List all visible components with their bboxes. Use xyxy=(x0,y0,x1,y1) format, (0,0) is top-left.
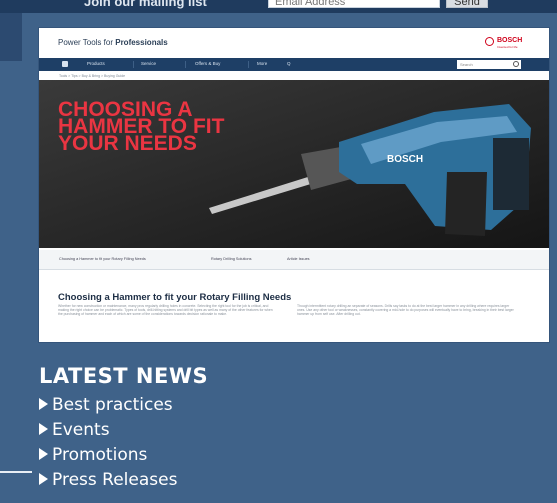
mailing-list-bar: Join our mailing list Email Address Send xyxy=(0,0,557,13)
news-link-label: Best practices xyxy=(52,395,173,415)
site-title-prefix: Power Tools for xyxy=(58,38,113,47)
breadcrumb[interactable]: Tools > Tips > Buy & Bring > Buying Guid… xyxy=(59,74,125,78)
latest-news-title: LATEST NEWS xyxy=(39,364,209,388)
nav-item-service[interactable]: Service xyxy=(141,61,156,66)
hero-headline: CHOOSING A HAMMER TO FIT YOUR NEEDS xyxy=(58,98,225,155)
bosch-name: BOSCH xyxy=(497,37,523,44)
site-nav: Products Service Offers & Buy More Q Sea… xyxy=(39,58,549,71)
news-link-promotions[interactable]: Promotions xyxy=(39,445,147,467)
hero-banner: BOSCH CHOOSING A HAMMER TO FIT YOUR NEED… xyxy=(39,80,549,248)
arrow-right-icon xyxy=(39,448,48,460)
news-link-label: Promotions xyxy=(52,445,148,465)
site-title-bold: Professionals xyxy=(115,38,168,47)
article-column-2: Though intermittent rotary drilling an s… xyxy=(297,304,514,317)
arrow-right-icon xyxy=(39,473,48,485)
subtab-rotary-drilling[interactable]: Rotary Drilling Solutions xyxy=(211,257,252,261)
divider xyxy=(0,471,32,473)
nav-item-products[interactable]: Products xyxy=(87,61,105,66)
home-icon[interactable] xyxy=(62,61,68,67)
website-preview[interactable]: Power Tools for Professionals BOSCH Inve… xyxy=(39,28,549,342)
sub-tabs: Choosing a Hammer to fit your Rotary Fil… xyxy=(39,250,549,270)
side-decoration xyxy=(0,13,22,61)
send-button[interactable]: Send xyxy=(446,0,488,8)
site-title: Power Tools for Professionals xyxy=(58,38,168,47)
drill-handle-icon xyxy=(445,172,487,236)
article-column-1: Whether for new construction or maintena… xyxy=(58,304,273,317)
arrow-right-icon xyxy=(39,423,48,435)
news-link-events[interactable]: Events xyxy=(39,420,110,442)
bosch-mark-icon xyxy=(485,37,494,46)
subtab-choosing-hammer[interactable]: Choosing a Hammer to fit your Rotary Fil… xyxy=(59,257,146,261)
nav-divider xyxy=(248,61,249,68)
news-link-press-releases[interactable]: Press Releases xyxy=(39,470,177,492)
email-field[interactable]: Email Address xyxy=(268,0,440,8)
nav-item-more[interactable]: More xyxy=(257,61,267,66)
drill-brand-label: BOSCH xyxy=(387,154,423,165)
site-header: Power Tools for Professionals BOSCH Inve… xyxy=(39,28,549,58)
latest-news-panel: LATEST NEWS Best practices Events Promot… xyxy=(39,342,517,503)
bosch-logo: BOSCH Invented for life xyxy=(485,36,541,50)
article-heading: Choosing a Hammer to fit your Rotary Fil… xyxy=(58,292,292,303)
news-link-best-practices[interactable]: Best practices xyxy=(39,395,173,417)
subtab-article-issues[interactable]: Article Issues xyxy=(287,257,310,261)
nav-item-offers[interactable]: Offers & Buy xyxy=(195,61,220,66)
nav-item-q[interactable]: Q xyxy=(287,61,291,66)
nav-divider xyxy=(185,61,186,68)
news-link-label: Press Releases xyxy=(52,470,178,490)
news-link-label: Events xyxy=(52,420,110,440)
bosch-tagline: Invented for life xyxy=(497,45,518,49)
nav-divider xyxy=(133,61,134,68)
mailing-list-label: Join our mailing list xyxy=(84,0,207,9)
arrow-right-icon xyxy=(39,398,48,410)
search-icon[interactable] xyxy=(513,61,519,67)
search-input[interactable]: Search xyxy=(457,60,521,69)
